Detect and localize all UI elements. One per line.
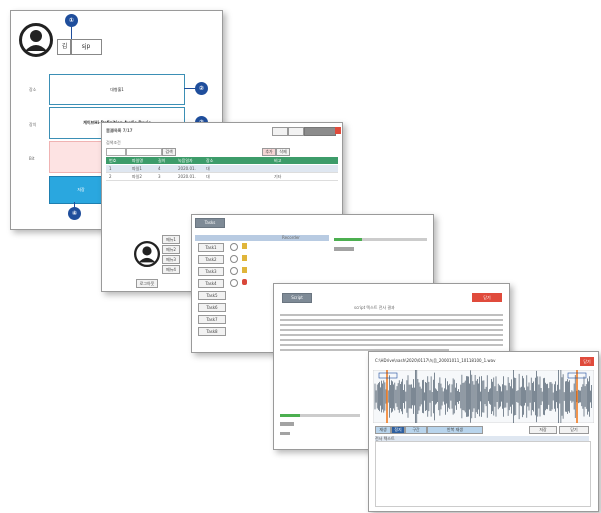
playback-controls[interactable]: [334, 247, 354, 251]
column-header: 번호: [109, 158, 117, 163]
column-header: 장소: [206, 158, 214, 163]
range-button[interactable]: 구간: [405, 426, 427, 434]
table-header: 번호 파일명 길이 녹음일자 장소 비고: [106, 157, 338, 164]
column-header: 파일명: [132, 158, 144, 163]
user-avatar-icon: [134, 241, 160, 267]
side-menu-item-4[interactable]: 메뉴4: [162, 265, 180, 274]
header-button-3[interactable]: [304, 127, 336, 136]
progress-bar: [334, 238, 427, 241]
stop-button[interactable]: 정지: [391, 426, 405, 434]
close-button[interactable]: 닫기: [580, 357, 594, 366]
trophy-icon: [242, 243, 247, 249]
close-icon[interactable]: [335, 127, 341, 134]
task-button-6[interactable]: Task6: [198, 303, 226, 312]
trophy-icon: [242, 267, 247, 273]
list-window-title: 音源목록 7/17: [106, 128, 133, 133]
side-menu-item-1[interactable]: 메뉴1: [162, 235, 180, 244]
file-path: C:\HDrive\nash\2020\0117\녹음_20001011_101…: [375, 358, 496, 363]
transcript-textarea[interactable]: [375, 441, 591, 507]
waveform-window: C:\HDrive\nash\2020\0117\녹음_20001011_101…: [368, 351, 599, 512]
script-tab[interactable]: Script: [282, 293, 312, 303]
waveform-display[interactable]: [373, 370, 594, 423]
column-header: 녹음일자: [178, 158, 193, 163]
close-button[interactable]: 닫기: [472, 293, 502, 302]
task-button-1[interactable]: Task1: [198, 243, 224, 252]
device-label: 장치: [29, 122, 37, 127]
header-button-2[interactable]: [288, 127, 304, 136]
callout-line: [71, 27, 72, 39]
filter-select[interactable]: [106, 148, 126, 156]
search-input[interactable]: [126, 148, 162, 156]
bit-label: Bit: [29, 156, 35, 161]
column-header: 길이: [158, 158, 166, 163]
place-label: 장소: [29, 87, 37, 92]
playback-controls[interactable]: [280, 422, 294, 426]
task-table-header: [195, 235, 329, 241]
callout-badge-submit: ④: [68, 207, 81, 220]
info-icon[interactable]: [230, 243, 238, 251]
scroll-indicator[interactable]: [280, 432, 290, 435]
loop-button[interactable]: 반복 재생: [427, 426, 483, 434]
add-button[interactable]: 추가: [262, 148, 276, 156]
delete-button[interactable]: 삭제: [276, 148, 290, 156]
alert-icon: [242, 279, 247, 285]
info-icon[interactable]: [230, 255, 238, 263]
task-button-2[interactable]: Task2: [198, 255, 224, 264]
play-button[interactable]: 재생: [375, 426, 391, 434]
info-icon[interactable]: [230, 279, 238, 287]
filter-label: 검색조건: [106, 140, 121, 145]
task-button-4[interactable]: Task4: [198, 279, 224, 288]
audio-table: 번호 파일명 길이 녹음일자 장소 비고 1 파일1 4 2020.01. 대 …: [106, 157, 338, 181]
close-edit-button[interactable]: 닫기: [559, 426, 589, 434]
task-table-header-label: Recorder: [282, 235, 300, 240]
task-button-3[interactable]: Task3: [198, 267, 224, 276]
side-menu-item-2[interactable]: 메뉴2: [162, 245, 180, 254]
table-row[interactable]: 2 파일2 3 2020.01. 대 기타: [106, 173, 338, 181]
header-button-1[interactable]: [272, 127, 288, 136]
callout-badge-name: ①: [65, 14, 78, 27]
task-button-8[interactable]: Task8: [198, 327, 226, 336]
trophy-icon: [242, 255, 247, 261]
save-button[interactable]: 저장: [529, 426, 557, 434]
search-button[interactable]: 검색: [162, 148, 176, 156]
table-row[interactable]: 1 파일1 4 2020.01. 대: [106, 165, 338, 173]
avatar-icon: [19, 23, 53, 57]
tasks-tab[interactable]: Tasks: [195, 218, 225, 228]
task-button-7[interactable]: Task7: [198, 315, 226, 324]
task-button-5[interactable]: Task5: [198, 291, 226, 300]
place-field[interactable]: 대형홀1: [49, 74, 185, 105]
column-header: 비고: [274, 158, 282, 163]
progress-bar: [280, 414, 360, 417]
info-icon[interactable]: [230, 267, 238, 275]
id-field[interactable]: sjp: [70, 39, 102, 55]
callout-badge-place: ②: [195, 82, 208, 95]
logout-button[interactable]: 로그아웃: [136, 279, 158, 288]
script-title: script 텍스트 전사 결과: [354, 305, 395, 310]
side-menu-item-3[interactable]: 메뉴3: [162, 255, 180, 264]
